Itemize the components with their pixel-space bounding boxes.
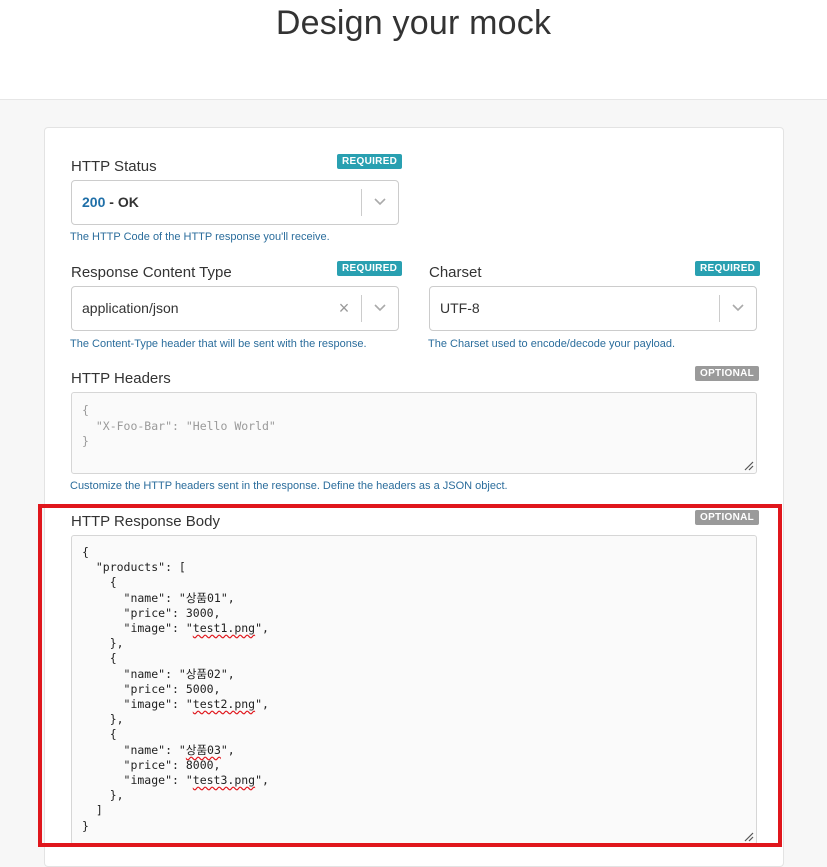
- spellcheck-underline: test3.png: [192, 773, 256, 788]
- code-line: "price": 5000,: [82, 681, 221, 696]
- content-type-select[interactable]: application/json ×: [71, 286, 399, 331]
- code-line: "name": "상품03",: [82, 742, 235, 757]
- content-type-value: application/json: [82, 300, 179, 316]
- chevron-down-icon[interactable]: [374, 197, 386, 207]
- code-line: "price": 8000,: [82, 757, 221, 772]
- resize-handle-icon[interactable]: [744, 461, 754, 471]
- http-headers-label: HTTP Headers: [71, 370, 171, 387]
- required-badge: REQUIRED: [695, 261, 761, 276]
- code-line: },: [82, 788, 124, 803]
- spellcheck-underline: test2.png: [192, 697, 256, 712]
- code-line: {: [82, 651, 117, 666]
- page-header: Design your mock: [0, 0, 827, 100]
- http-headers-textarea[interactable]: { "X-Foo-Bar": "Hello World" }: [71, 392, 757, 474]
- resize-handle-icon[interactable]: [744, 832, 754, 842]
- code-line: {: [82, 545, 89, 559]
- status-text: OK: [117, 194, 139, 210]
- http-status-select[interactable]: 200 - OK: [71, 180, 399, 225]
- code-line: {: [82, 727, 117, 742]
- optional-badge: OPTIONAL: [695, 366, 760, 381]
- code-line: },: [82, 712, 124, 727]
- charset-value: UTF-8: [440, 300, 480, 316]
- code-line: "image": "test2.png",: [82, 697, 269, 712]
- http-status-label: HTTP Status: [71, 158, 157, 175]
- charset-select[interactable]: UTF-8: [429, 286, 757, 331]
- response-body-textarea[interactable]: { "products": [ { "name": "상품01", "price…: [71, 535, 757, 845]
- content-type-label: Response Content Type: [71, 264, 232, 281]
- code-line: "image": "test1.png",: [82, 621, 269, 636]
- code-line: "image": "test3.png",: [82, 773, 269, 788]
- select-divider: [719, 295, 720, 322]
- response-body-content: { "products": [ { "name": "상품01", "price…: [82, 545, 269, 834]
- clear-x-icon[interactable]: ×: [337, 299, 351, 317]
- http-status-help: The HTTP Code of the HTTP response you'l…: [70, 231, 330, 243]
- code-line: "products": [: [82, 560, 186, 575]
- content-type-help: The Content-Type header that will be sen…: [70, 338, 367, 350]
- spellcheck-underline: 상품03: [185, 742, 221, 757]
- code-line: "name": "상품01",: [82, 590, 235, 605]
- response-body-label: HTTP Response Body: [71, 513, 220, 530]
- code-line: {: [82, 575, 117, 590]
- select-divider: [361, 295, 362, 322]
- chevron-down-icon[interactable]: [732, 303, 744, 313]
- required-badge: REQUIRED: [337, 261, 403, 276]
- optional-badge: OPTIONAL: [695, 510, 760, 525]
- http-headers-placeholder: { "X-Foo-Bar": "Hello World" }: [82, 403, 276, 448]
- code-line: ]: [82, 803, 103, 818]
- code-line: "name": "상품02",: [82, 666, 235, 681]
- charset-help: The Charset used to encode/decode your p…: [428, 338, 676, 350]
- chevron-down-icon[interactable]: [374, 303, 386, 313]
- status-code: 200: [82, 194, 106, 210]
- code-line: "price": 3000,: [82, 605, 221, 620]
- charset-label: Charset: [429, 264, 482, 281]
- http-headers-help: Customize the HTTP headers sent in the r…: [70, 480, 508, 492]
- code-line: }: [82, 818, 89, 833]
- select-divider: [361, 189, 362, 216]
- spellcheck-underline: test1.png: [192, 621, 256, 636]
- page-title: Design your mock: [275, 4, 552, 42]
- http-status-value: 200 - OK: [82, 194, 139, 210]
- required-badge: REQUIRED: [337, 154, 403, 169]
- code-line: },: [82, 636, 124, 651]
